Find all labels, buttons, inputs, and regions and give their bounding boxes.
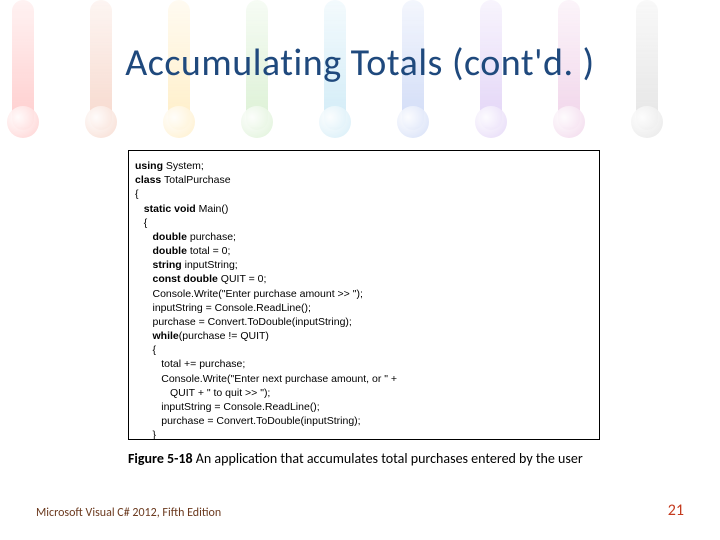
code-text: { xyxy=(135,188,139,200)
code-text xyxy=(135,330,153,342)
slide: Accumulating Totals (cont'd. ) using Sys… xyxy=(0,0,720,540)
code-text: purchase = Convert.ToDouble(inputString)… xyxy=(135,316,352,328)
code-text: (purchase != QUIT) xyxy=(179,330,269,342)
decoration-bulb xyxy=(85,106,117,138)
code-text: Console.Write("Enter next purchase amoun… xyxy=(135,373,397,385)
code-text xyxy=(135,273,153,285)
code-text: { xyxy=(135,217,147,229)
code-text: { xyxy=(135,344,156,356)
code-text: QUIT = 0; xyxy=(218,273,267,285)
code-text: TotalPurchase xyxy=(161,174,230,186)
footer-page-number: 21 xyxy=(668,501,684,520)
code-text: total += purchase; xyxy=(135,358,245,370)
decoration-bulb xyxy=(553,106,585,138)
slide-title: Accumulating Totals (cont'd. ) xyxy=(0,40,720,86)
decoration-bulb xyxy=(163,106,195,138)
code-listing: using System; class TotalPurchase { stat… xyxy=(128,150,600,440)
decoration-bulb xyxy=(7,106,39,138)
decoration-bulb xyxy=(241,106,273,138)
decoration-bulb xyxy=(475,106,507,138)
code-keyword: using xyxy=(135,160,163,172)
code-keyword: while xyxy=(153,330,179,342)
code-text: purchase; xyxy=(187,231,236,243)
code-keyword: class xyxy=(135,174,161,186)
code-text: inputString; xyxy=(182,259,238,271)
code-text: purchase = Convert.ToDouble(inputString)… xyxy=(135,415,361,427)
code-text: inputString = Console.ReadLine(); xyxy=(135,302,311,314)
code-text: Console.Write("Enter purchase amount >> … xyxy=(135,288,363,300)
decoration-bulb xyxy=(631,106,663,138)
code-text xyxy=(135,231,153,243)
code-text: total = 0; xyxy=(187,245,231,257)
code-text xyxy=(135,203,144,215)
code-text: QUIT + " to quit >> "); xyxy=(135,387,270,399)
code-keyword: const double xyxy=(153,273,218,285)
figure-caption: Figure 5-18 An application that accumula… xyxy=(128,450,648,467)
decoration-bulb xyxy=(319,106,351,138)
footer-book-title: Microsoft Visual C# 2012, Fifth Edition xyxy=(36,506,221,520)
code-text: } xyxy=(135,429,156,440)
figure-number: Figure 5-18 xyxy=(128,450,193,467)
code-keyword: string xyxy=(153,259,182,271)
code-keyword: double xyxy=(153,245,187,257)
code-text: inputString = Console.ReadLine(); xyxy=(135,401,320,413)
code-text: System; xyxy=(163,160,204,172)
code-text xyxy=(135,259,153,271)
code-text xyxy=(135,245,153,257)
figure-text: An application that accumulates total pu… xyxy=(193,450,583,467)
code-keyword: static void xyxy=(144,203,196,215)
code-text: Main() xyxy=(196,203,229,215)
code-keyword: double xyxy=(153,231,187,243)
decoration-bulb xyxy=(397,106,429,138)
